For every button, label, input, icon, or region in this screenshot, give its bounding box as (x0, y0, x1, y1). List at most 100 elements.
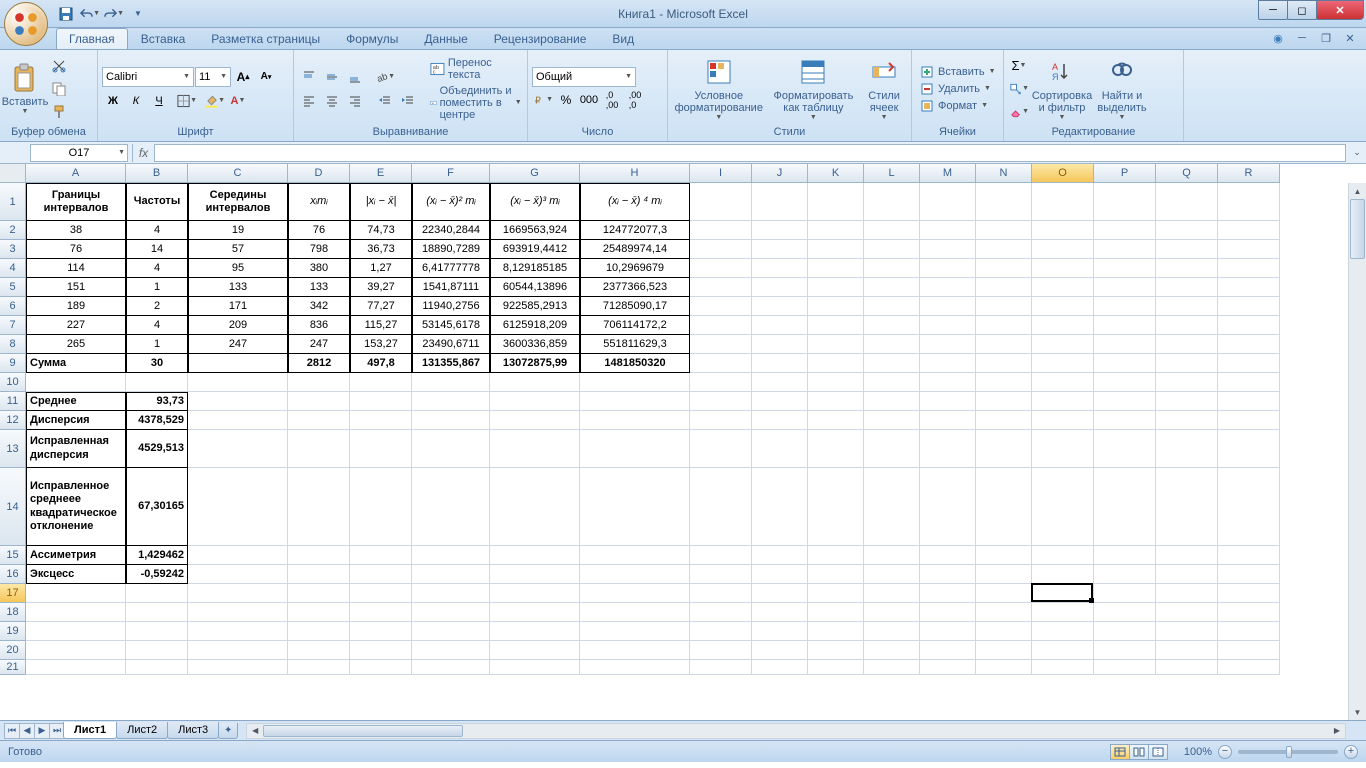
row-header[interactable]: 5 (0, 278, 26, 297)
cell[interactable] (1218, 221, 1280, 240)
align-center-icon[interactable] (321, 90, 343, 112)
cell[interactable]: 77,27 (350, 297, 412, 316)
cell[interactable] (188, 546, 288, 565)
cell[interactable] (412, 392, 490, 411)
cell[interactable] (580, 641, 690, 660)
cell[interactable]: (xᵢ − x̄)³ mᵢ (490, 183, 580, 221)
cell[interactable]: Среднее (26, 392, 126, 411)
paste-button[interactable]: Вставить▼ (4, 56, 46, 122)
cell[interactable] (752, 278, 808, 297)
scroll-right-icon[interactable]: ▶ (1329, 724, 1345, 738)
cell[interactable] (412, 373, 490, 392)
cell[interactable]: -0,59242 (126, 565, 188, 584)
cell[interactable]: 693919,4412 (490, 240, 580, 259)
cell[interactable] (1156, 546, 1218, 565)
row-header[interactable]: 13 (0, 430, 26, 468)
cell[interactable] (26, 660, 126, 675)
cell[interactable] (1094, 603, 1156, 622)
minimize-button[interactable]: ─ (1258, 0, 1288, 20)
cell[interactable] (808, 392, 864, 411)
expand-formula-bar-icon[interactable]: ⌄ (1348, 147, 1366, 158)
cell[interactable] (126, 641, 188, 660)
cell[interactable] (1032, 565, 1094, 584)
cell[interactable] (1156, 335, 1218, 354)
cell[interactable] (350, 373, 412, 392)
cell[interactable] (1094, 221, 1156, 240)
row-header[interactable]: 14 (0, 468, 26, 546)
cell[interactable] (920, 278, 976, 297)
cell[interactable] (690, 641, 752, 660)
cell[interactable]: 53145,6178 (412, 316, 490, 335)
page-layout-view-icon[interactable] (1129, 744, 1149, 760)
spreadsheet-grid[interactable]: ABCDEFGHIJKLMNOPQR 123456789101112131415… (0, 164, 1366, 720)
cell[interactable] (1156, 584, 1218, 603)
cell[interactable] (976, 411, 1032, 430)
cell[interactable] (976, 584, 1032, 603)
cell[interactable]: 25489974,14 (580, 240, 690, 259)
cell[interactable] (752, 335, 808, 354)
cell[interactable] (752, 584, 808, 603)
cell[interactable] (1156, 373, 1218, 392)
cell[interactable] (1156, 240, 1218, 259)
cell[interactable] (976, 660, 1032, 675)
zoom-slider[interactable] (1238, 750, 1338, 754)
cell[interactable] (920, 603, 976, 622)
cell[interactable] (864, 335, 920, 354)
cell[interactable] (976, 335, 1032, 354)
cell[interactable]: 6125918,209 (490, 316, 580, 335)
formula-input[interactable] (154, 144, 1346, 162)
cell[interactable] (752, 411, 808, 430)
zoom-in-button[interactable]: + (1344, 745, 1358, 759)
cell[interactable] (1094, 392, 1156, 411)
cell[interactable] (26, 584, 126, 603)
cell[interactable] (1218, 546, 1280, 565)
cell[interactable] (690, 373, 752, 392)
cell[interactable]: 836 (288, 316, 350, 335)
cell[interactable]: Исправленное среднеее квадратическое отк… (26, 468, 126, 546)
cell[interactable] (864, 373, 920, 392)
cell[interactable]: 4 (126, 221, 188, 240)
cell[interactable] (808, 278, 864, 297)
scroll-down-icon[interactable]: ▼ (1349, 704, 1366, 720)
sort-filter-button[interactable]: АЯСортировка и фильтр▼ (1032, 56, 1092, 122)
cell[interactable] (920, 468, 976, 546)
orientation-icon[interactable]: ab▼ (374, 66, 396, 88)
cell[interactable]: 23490,6711 (412, 335, 490, 354)
format-as-table-button[interactable]: Форматировать как таблицу▼ (768, 56, 860, 122)
cell[interactable] (920, 565, 976, 584)
zoom-slider-thumb[interactable] (1286, 746, 1292, 758)
cell[interactable] (976, 278, 1032, 297)
cell[interactable] (920, 411, 976, 430)
cell[interactable]: Эксцесс (26, 565, 126, 584)
cell[interactable] (188, 584, 288, 603)
decrease-indent-icon[interactable] (374, 90, 396, 112)
next-sheet-icon[interactable]: ▶ (34, 723, 50, 739)
cell[interactable] (752, 373, 808, 392)
cell[interactable] (1094, 335, 1156, 354)
cell[interactable] (490, 584, 580, 603)
cell[interactable] (690, 278, 752, 297)
cell[interactable] (976, 392, 1032, 411)
cell[interactable] (350, 584, 412, 603)
cell[interactable] (1094, 316, 1156, 335)
column-header[interactable]: B (126, 164, 188, 183)
cell[interactable] (808, 546, 864, 565)
cell[interactable]: 93,73 (126, 392, 188, 411)
first-sheet-icon[interactable]: ⏮ (4, 723, 20, 739)
cell[interactable]: 247 (288, 335, 350, 354)
autosum-icon[interactable]: Σ▼ (1008, 55, 1030, 77)
cell[interactable] (1156, 183, 1218, 221)
cell[interactable] (690, 603, 752, 622)
cell[interactable]: 380 (288, 259, 350, 278)
row-header[interactable]: 3 (0, 240, 26, 259)
cell[interactable]: (xᵢ − x̄) ⁴ mᵢ (580, 183, 690, 221)
cell[interactable] (350, 565, 412, 584)
cell[interactable]: 1,27 (350, 259, 412, 278)
cell[interactable] (976, 259, 1032, 278)
cell[interactable] (752, 468, 808, 546)
fill-icon[interactable]: ▼ (1008, 78, 1030, 100)
cell[interactable] (580, 392, 690, 411)
row-header[interactable]: 4 (0, 259, 26, 278)
cell[interactable] (920, 259, 976, 278)
row-header[interactable]: 7 (0, 316, 26, 335)
